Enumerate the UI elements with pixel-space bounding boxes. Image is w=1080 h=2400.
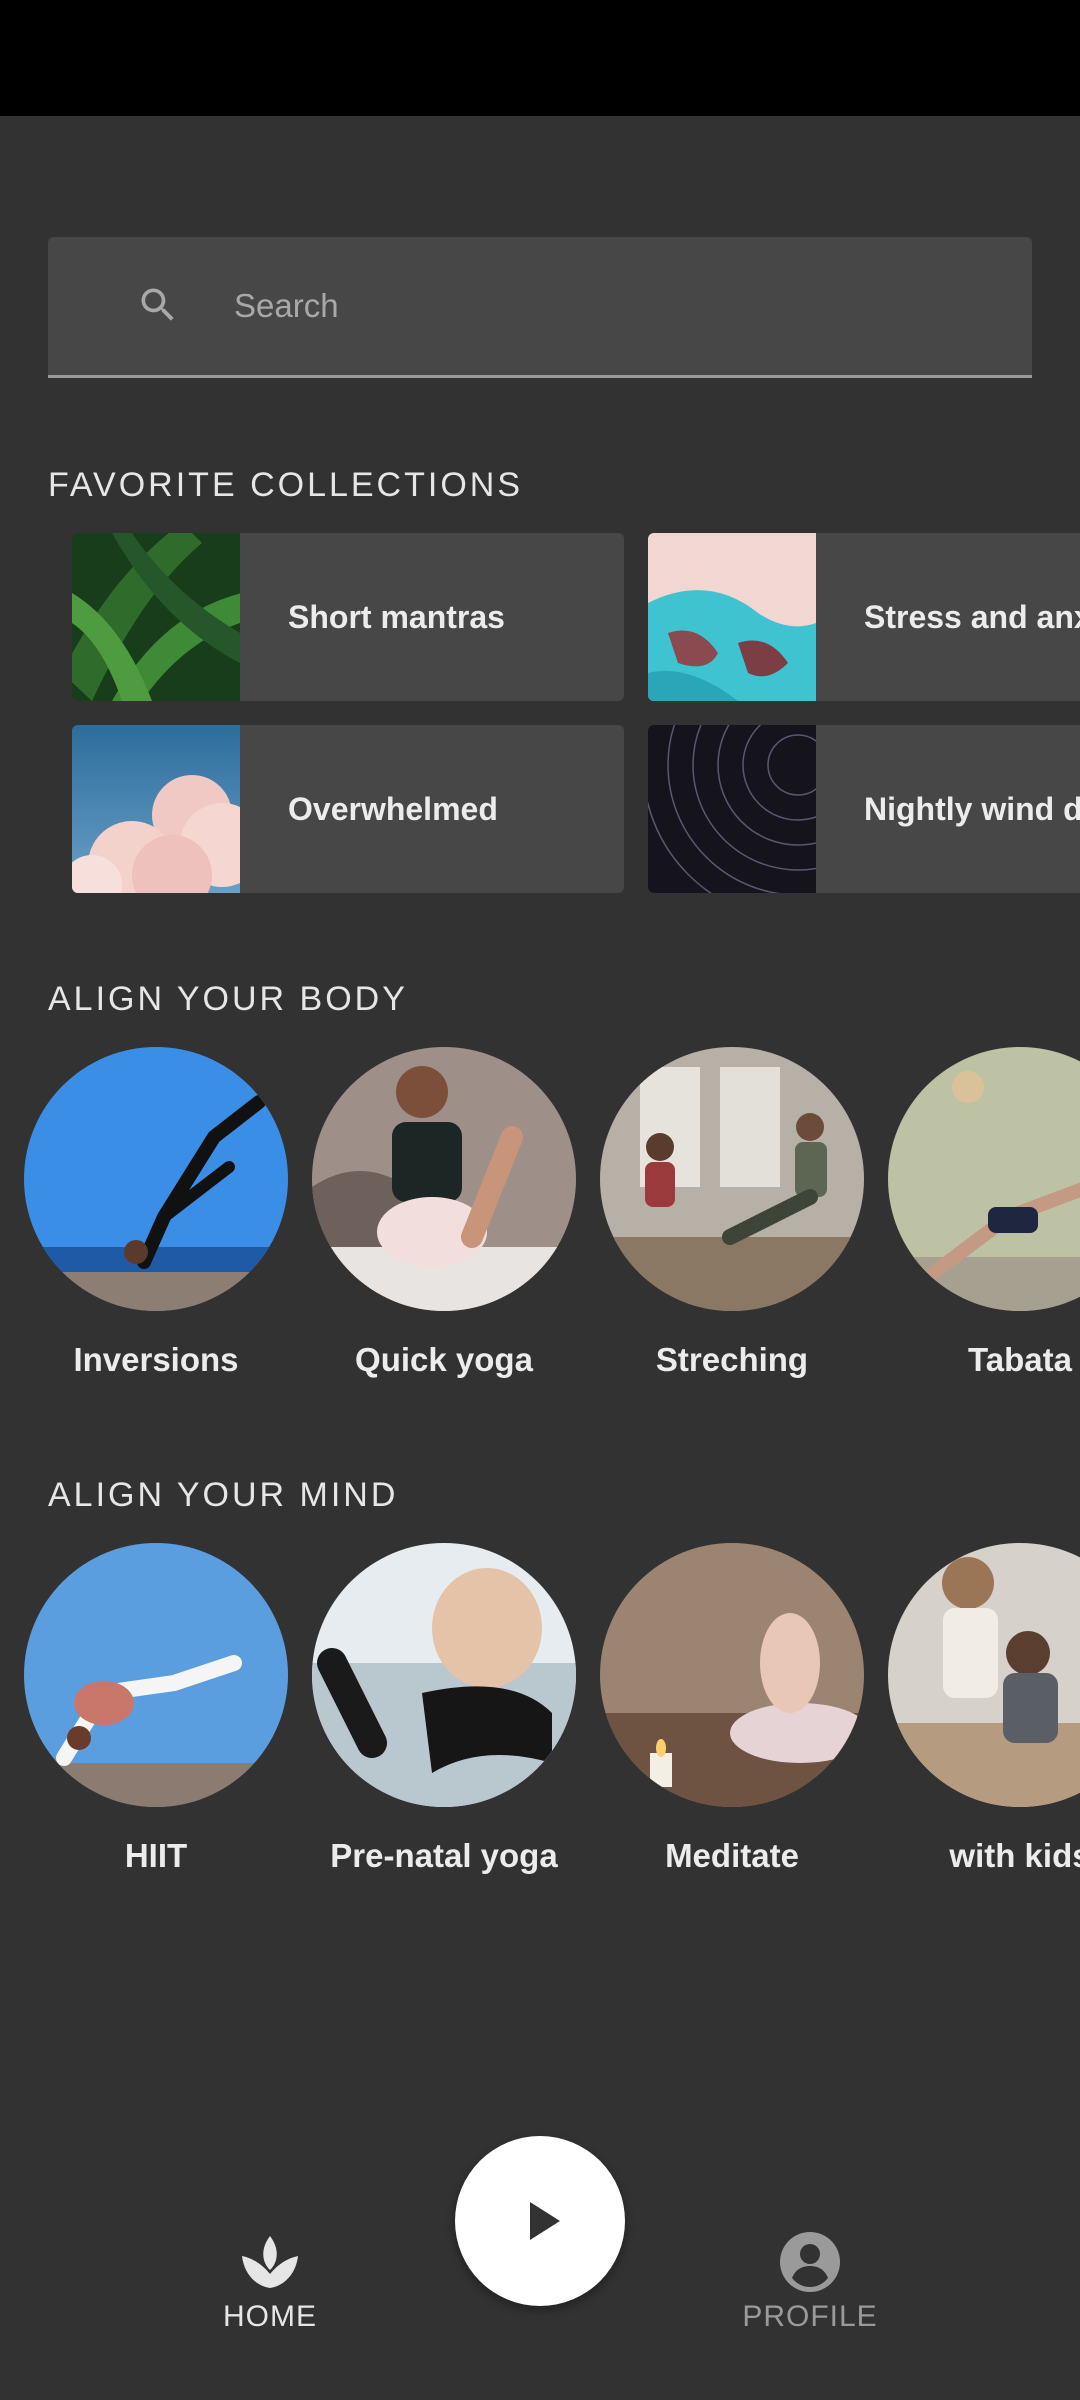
nav-home-label: HOME [223,2300,317,2333]
item-photo [24,1047,288,1311]
collection-thumbnail [72,725,240,893]
nav-profile[interactable]: PROFILE [710,2230,910,2380]
collection-card-nightly-wind-down[interactable]: Nightly wind down [648,725,1080,893]
nav-profile-label: PROFILE [742,2300,878,2333]
play-button[interactable] [455,2136,625,2306]
bottom-navigation: HOME PROFILE [0,2120,1080,2400]
mind-item-pre-natal-yoga[interactable]: Pre-natal yoga [312,1543,576,1903]
item-photo [312,1543,576,1807]
item-photo [600,1047,864,1311]
collection-label: Nightly wind down [864,791,1080,827]
collection-thumbnail [648,533,816,701]
align-your-body-row[interactable]: Inversions Quick yoga Streching Tabata [0,1047,1080,1407]
play-icon [530,2202,560,2240]
item-photo [600,1543,864,1807]
spa-icon [242,2236,298,2288]
collection-label: Short mantras [288,599,505,635]
body-item-tabata[interactable]: Tabata [888,1047,1080,1407]
body-item-inversions[interactable]: Inversions [24,1047,288,1407]
collection-card-stress-and-anxiety[interactable]: Stress and anxiety [648,533,1080,701]
search-placeholder: Search [234,287,339,324]
nav-home[interactable]: HOME [170,2230,370,2380]
mind-item-meditate[interactable]: Meditate [600,1543,864,1903]
collection-label: Stress and anxiety [864,599,1080,635]
item-photo [312,1047,576,1311]
collection-card-short-mantras[interactable]: Short mantras [72,533,624,701]
status-bar [0,0,1080,116]
collection-label: Overwhelmed [288,791,498,827]
item-photo [888,1543,1080,1807]
collection-card-overwhelmed[interactable]: Overwhelmed [72,725,624,893]
item-photo [24,1543,288,1807]
body-item-streching[interactable]: Streching [600,1047,864,1407]
align-your-mind-title: ALIGN YOUR MIND [48,1476,399,1514]
search-icon [141,288,174,321]
search-input[interactable]: Search [48,237,1032,378]
item-photo [888,1047,1080,1311]
mind-item-with-kids[interactable]: with kids [888,1543,1080,1903]
mind-item-hiit[interactable]: HIIT [24,1543,288,1903]
collection-thumbnail [72,533,240,701]
align-your-mind-row[interactable]: HIIT Pre-natal yoga Meditate with kids [0,1543,1080,1903]
body-item-quick-yoga[interactable]: Quick yoga [312,1047,576,1407]
account-circle-icon [780,2232,840,2292]
favorite-collections-title: FAVORITE COLLECTIONS [48,466,524,504]
collection-thumbnail [648,725,816,893]
favorite-collections-grid[interactable]: Short mantras Stress and anxiety Overw [0,533,1080,893]
item-label: with kids [949,1837,1080,1874]
item-label: Tabata [968,1341,1072,1378]
align-your-body-title: ALIGN YOUR BODY [48,980,408,1018]
